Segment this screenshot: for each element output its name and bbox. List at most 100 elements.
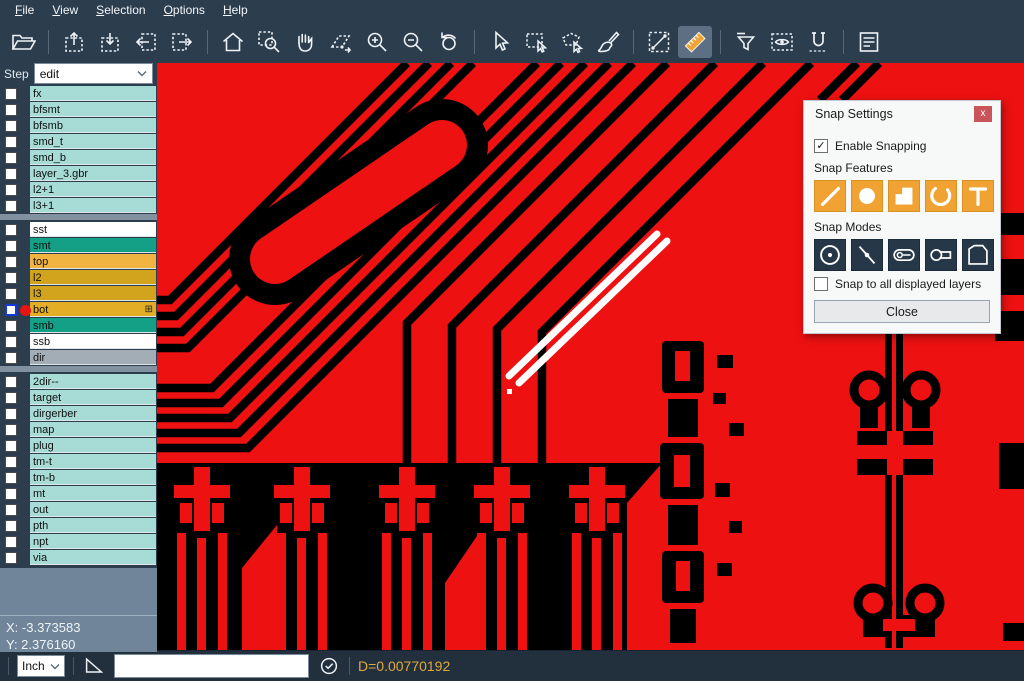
layer-name[interactable]: map <box>30 422 156 437</box>
layer-name[interactable]: dirgerber <box>30 406 156 421</box>
layer-visibility-checkbox[interactable] <box>5 304 17 316</box>
circle-check-icon[interactable] <box>317 654 341 678</box>
layer-name[interactable]: bot⊞ <box>30 302 156 317</box>
zoom-dynamic-button[interactable] <box>324 26 358 58</box>
layer-name[interactable]: smb <box>30 318 156 333</box>
menu-options[interactable]: Options <box>155 1 214 19</box>
dialog-title-bar[interactable]: Snap Settings x <box>804 101 1000 127</box>
pcb-canvas[interactable]: Snap Settings x ✓ Enable Snapping Snap F… <box>157 63 1024 650</box>
snap-feature-pad-button[interactable] <box>851 180 883 212</box>
layer-name[interactable]: bfsmt <box>30 102 156 117</box>
layer-name[interactable]: pth <box>30 518 156 533</box>
layer-visibility-checkbox[interactable] <box>5 240 17 252</box>
layer-name[interactable]: smt <box>30 238 156 253</box>
select-polygon-button[interactable] <box>555 26 589 58</box>
log-panel-button[interactable] <box>852 26 886 58</box>
menu-selection[interactable]: Selection <box>87 1 154 19</box>
home-view-button[interactable] <box>216 26 250 58</box>
menu-view[interactable]: View <box>43 1 87 19</box>
command-input[interactable] <box>114 654 309 678</box>
snap-mode-symbol-outline-button[interactable] <box>925 239 957 271</box>
layer-visibility-checkbox[interactable] <box>5 520 17 532</box>
enable-snapping-checkbox[interactable]: ✓ <box>814 139 828 153</box>
layer-name[interactable]: fx <box>30 86 156 101</box>
dialog-close-action-button[interactable]: Close <box>814 300 990 323</box>
layer-name[interactable]: sst <box>30 222 156 237</box>
zoom-in-button[interactable] <box>360 26 394 58</box>
layer-name[interactable]: target <box>30 390 156 405</box>
layer-name[interactable]: layer_3.gbr <box>30 166 156 181</box>
layer-name[interactable]: dir <box>30 350 156 365</box>
layer-visibility-checkbox[interactable] <box>5 504 17 516</box>
zoom-previous-button[interactable] <box>432 26 466 58</box>
layer-visibility-checkbox[interactable] <box>5 152 17 164</box>
snap-mode-line-midpoint-button[interactable] <box>851 239 883 271</box>
layer-name[interactable]: l3+1 <box>30 198 156 213</box>
snap-feature-text-button[interactable] <box>962 180 994 212</box>
step-select[interactable]: edit <box>34 63 153 84</box>
layer-visibility-checkbox[interactable] <box>5 488 17 500</box>
layer-name[interactable]: l3 <box>30 286 156 301</box>
zoom-out-button[interactable] <box>396 26 430 58</box>
snap-feature-arc-button[interactable] <box>925 180 957 212</box>
layer-name[interactable]: npt <box>30 534 156 549</box>
layer-visibility-checkbox[interactable] <box>5 472 17 484</box>
layer-name[interactable]: plug <box>30 438 156 453</box>
layer-visibility-checkbox[interactable] <box>5 224 17 236</box>
layer-name[interactable]: ssb <box>30 334 156 349</box>
layer-visibility-checkbox[interactable] <box>5 424 17 436</box>
snap-mode-contour-button[interactable] <box>962 239 994 271</box>
snap-magnet-button[interactable] <box>801 26 835 58</box>
layer-visibility-checkbox[interactable] <box>5 536 17 548</box>
layer-visibility-checkbox[interactable] <box>5 184 17 196</box>
layer-name[interactable]: l2 <box>30 270 156 285</box>
layer-name[interactable]: via <box>30 550 156 565</box>
layer-visibility-checkbox[interactable] <box>5 104 17 116</box>
layer-visibility-checkbox[interactable] <box>5 120 17 132</box>
snap-feature-surface-button[interactable] <box>888 180 920 212</box>
layer-visibility-checkbox[interactable] <box>5 552 17 564</box>
pad-right-button[interactable] <box>165 26 199 58</box>
layer-name[interactable]: smd_b <box>30 150 156 165</box>
menu-file[interactable]: File <box>6 1 43 19</box>
layer-visibility-checkbox[interactable] <box>5 88 17 100</box>
filter-button[interactable] <box>729 26 763 58</box>
ruler-button[interactable] <box>678 26 712 58</box>
snap-feature-line-button[interactable] <box>814 180 846 212</box>
measure-distance-button[interactable] <box>642 26 676 58</box>
unit-select[interactable]: Inch <box>17 655 65 677</box>
layer-visibility-checkbox[interactable] <box>5 320 17 332</box>
layer-name[interactable]: 2dir-- <box>30 374 156 389</box>
layer-name[interactable]: top <box>30 254 156 269</box>
layer-visibility-checkbox[interactable] <box>5 440 17 452</box>
pad-up-button[interactable] <box>57 26 91 58</box>
clean-brush-button[interactable] <box>591 26 625 58</box>
snap-mode-center-button[interactable] <box>814 239 846 271</box>
layer-name[interactable]: l2+1 <box>30 182 156 197</box>
layer-name[interactable]: smd_t <box>30 134 156 149</box>
pad-left-button[interactable] <box>129 26 163 58</box>
snap-mode-pad-outline-button[interactable] <box>888 239 920 271</box>
layer-visibility-checkbox[interactable] <box>5 256 17 268</box>
layer-visibility-checkbox[interactable] <box>5 136 17 148</box>
layer-visibility-checkbox[interactable] <box>5 272 17 284</box>
layer-name[interactable]: tm-b <box>30 470 156 485</box>
layer-visibility-checkbox[interactable] <box>5 352 17 364</box>
layer-visibility-checkbox[interactable] <box>5 168 17 180</box>
layer-name[interactable]: out <box>30 502 156 517</box>
snap-all-layers-checkbox[interactable] <box>814 277 828 291</box>
layer-name[interactable]: tm-t <box>30 454 156 469</box>
layer-visibility-checkbox[interactable] <box>5 288 17 300</box>
layer-name[interactable]: mt <box>30 486 156 501</box>
layer-visibility-checkbox[interactable] <box>5 408 17 420</box>
view-region-button[interactable] <box>765 26 799 58</box>
select-cursor-button[interactable] <box>483 26 517 58</box>
select-rectangle-button[interactable] <box>519 26 553 58</box>
layer-visibility-checkbox[interactable] <box>5 456 17 468</box>
layer-visibility-checkbox[interactable] <box>5 336 17 348</box>
zoom-region-button[interactable] <box>252 26 286 58</box>
pad-down-button[interactable] <box>93 26 127 58</box>
menu-help[interactable]: Help <box>214 1 257 19</box>
dialog-close-button[interactable]: x <box>974 106 992 122</box>
layer-name[interactable]: bfsmb <box>30 118 156 133</box>
